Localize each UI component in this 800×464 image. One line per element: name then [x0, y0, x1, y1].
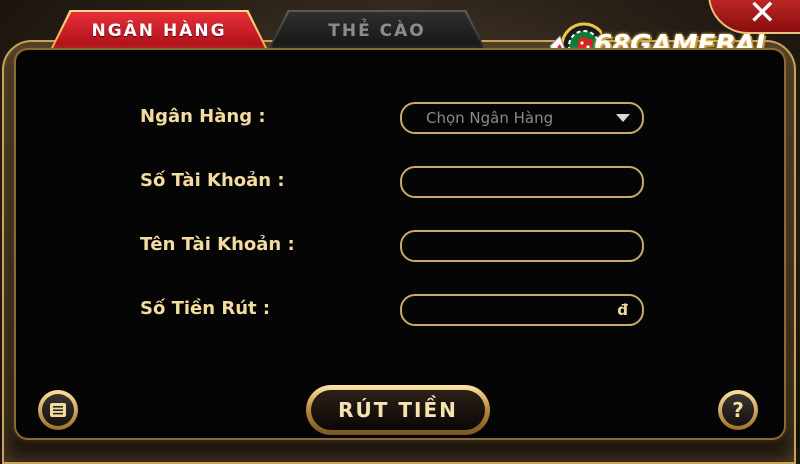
withdraw-button-label: RÚT TIỀN [311, 390, 485, 430]
chevron-down-icon [616, 114, 630, 122]
list-icon [42, 394, 74, 426]
bank-select-value: Chọn Ngân Hàng [426, 109, 554, 127]
tab-card[interactable]: THẺ CÀO [268, 10, 486, 50]
tab-bank[interactable]: NGÂN HÀNG [50, 10, 268, 50]
account-name-label: Tên Tài Khoản : [140, 234, 295, 255]
bank-select[interactable]: Chọn Ngân Hàng [400, 102, 644, 134]
account-number-label: Số Tài Khoản : [140, 170, 285, 191]
amount-label: Số Tiền Rút : [140, 298, 271, 319]
account-name-row: Tên Tài Khoản : [16, 230, 784, 262]
amount-row: Số Tiền Rút : đ [16, 294, 784, 326]
account-name-input[interactable] [400, 230, 644, 262]
account-number-row: Số Tài Khoản : [16, 166, 784, 198]
amount-input[interactable]: đ [400, 294, 644, 326]
currency-symbol: đ [617, 301, 628, 319]
form-panel: Ngân Hàng : Chọn Ngân Hàng Số Tài Khoản … [14, 48, 786, 440]
history-button[interactable] [38, 390, 78, 430]
help-button[interactable]: ? [718, 390, 758, 430]
tab-bank-label: NGÂN HÀNG [52, 12, 266, 50]
withdraw-button[interactable]: RÚT TIỀN [306, 385, 490, 435]
help-icon: ? [722, 394, 754, 426]
bank-row: Ngân Hàng : Chọn Ngân Hàng [16, 102, 784, 134]
tab-card-label: THẺ CÀO [270, 12, 484, 50]
account-number-input[interactable] [400, 166, 644, 198]
bank-label: Ngân Hàng : [140, 106, 266, 127]
